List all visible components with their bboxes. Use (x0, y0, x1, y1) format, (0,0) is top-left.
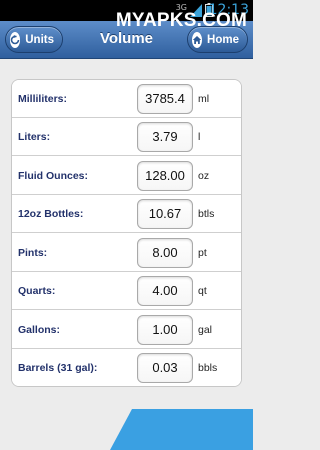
row-divider (12, 309, 241, 310)
row-fluid-ounces: Fluid Ounces: 128.00 oz (12, 157, 241, 195)
conversion-list: Milliliters: 3785.4 ml Liters: 3.79 l Fl… (11, 79, 242, 387)
row-label: Pints: (18, 247, 48, 259)
quarts-input[interactable]: 4.00 (137, 276, 193, 306)
row-label: Liters: (18, 131, 51, 143)
row-divider (12, 232, 241, 233)
row-unit: pt (198, 247, 207, 259)
pints-input[interactable]: 8.00 (137, 238, 193, 268)
watermark-text: MYAPKS.COM (115, 10, 247, 31)
row-unit: gal (198, 324, 213, 336)
row-12oz-bottles: 12oz Bottles: 10.67 btls (12, 195, 241, 233)
row-unit: ml (198, 93, 210, 105)
home-icon (192, 31, 203, 48)
row-unit: btls (198, 208, 215, 220)
row-unit: l (198, 131, 201, 143)
row-unit: bbls (198, 362, 218, 374)
row-barrels: Barrels (31 gal): 0.03 bbls (12, 349, 241, 386)
liters-input[interactable]: 3.79 (137, 122, 193, 152)
row-unit: qt (198, 285, 207, 297)
row-label: 12oz Bottles: (18, 208, 84, 220)
bottles-input[interactable]: 10.67 (137, 199, 193, 229)
row-label: Quarts: (18, 285, 56, 297)
row-label: Barrels (31 gal): (18, 362, 98, 374)
gallons-input[interactable]: 1.00 (137, 315, 193, 345)
row-pints: Pints: 8.00 pt (12, 234, 241, 272)
row-liters: Liters: 3.79 l (12, 118, 241, 156)
row-label: Fluid Ounces: (18, 170, 89, 182)
watermark-banner (110, 409, 253, 450)
row-gallons: Gallons: 1.00 gal (12, 311, 241, 349)
row-divider (12, 155, 241, 156)
home-label: Home (207, 33, 239, 46)
row-quarts: Quarts: 4.00 qt (12, 272, 241, 310)
row-label: Milliliters: (18, 93, 68, 105)
row-label: Gallons: (18, 324, 61, 336)
milliliters-input[interactable]: 3785.4 (137, 84, 193, 114)
fluid-ounces-input[interactable]: 128.00 (137, 161, 193, 191)
row-unit: oz (198, 170, 210, 182)
barrels-input[interactable]: 0.03 (137, 353, 193, 383)
row-milliliters: Milliliters: 3785.4 ml (12, 80, 241, 118)
